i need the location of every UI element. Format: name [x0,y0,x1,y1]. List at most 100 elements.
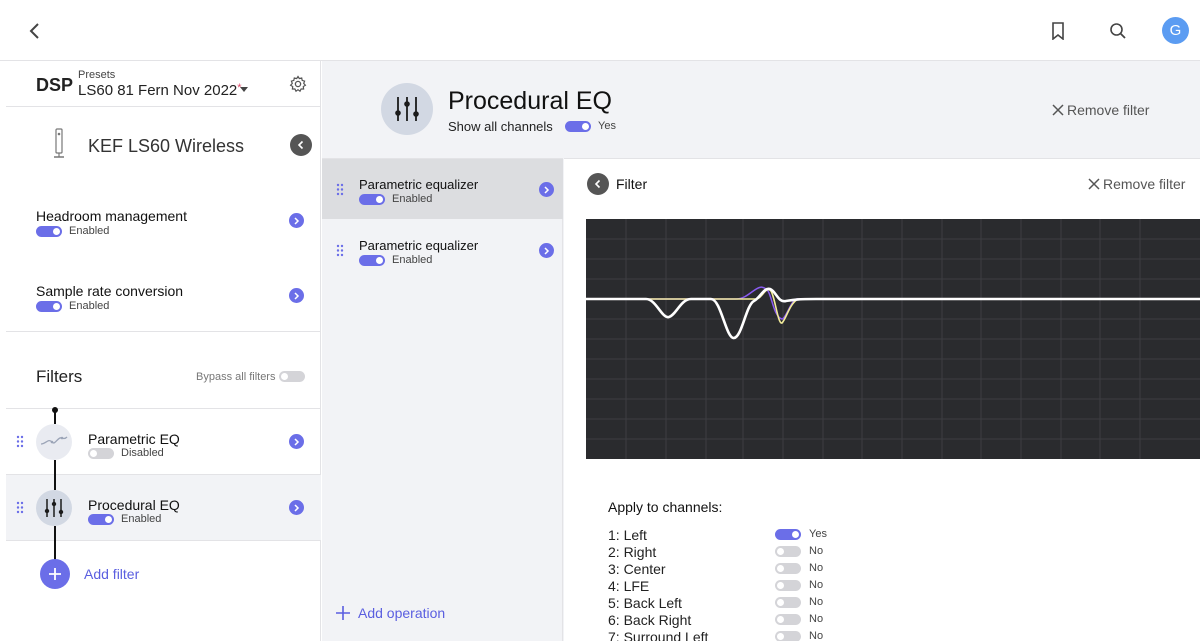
frequency-response-graph[interactable] [586,219,1200,459]
operation-item[interactable]: Parametric equalizer Enabled [322,159,563,219]
filter-back-button[interactable] [587,173,609,195]
chevron-right-icon[interactable] [539,243,554,258]
remove-filter-label: Remove filter [1067,102,1150,118]
speaker-icon [54,128,64,158]
bookmark-button[interactable] [1046,18,1070,44]
channel-row: 7: Surround Left No [608,629,1168,641]
search-icon [1110,23,1126,39]
operation-toggle[interactable] [359,255,385,266]
dsp-sidebar: DSP Presets LS60 81 Fern Nov 2022* KEF L… [6,61,321,641]
channel-row: 4: LFE No [608,578,1168,595]
preset-name: LS60 81 Fern Nov 2022 [78,82,238,99]
headroom-toggle[interactable] [36,226,62,237]
operation-status: Enabled [392,193,433,205]
operations-list: Parametric equalizer Enabled Parametric … [322,158,563,641]
headroom-management-item[interactable]: Headroom management Enabled [6,208,321,258]
operation-toggle[interactable] [359,194,385,205]
search-button[interactable] [1105,18,1131,44]
plus-icon [336,606,350,620]
remove-filter-button[interactable]: Remove filter [1052,102,1149,118]
drag-handle-icon[interactable] [16,435,24,448]
setting-status: Enabled [69,225,110,237]
bypass-all-toggle[interactable] [279,371,305,382]
channel-row: 5: Back Left No [608,595,1168,612]
preset-settings-button[interactable] [288,74,308,94]
channel-value: No [809,545,824,557]
chevron-right-icon[interactable] [289,500,304,515]
operation-name: Parametric equalizer [359,238,479,253]
operation-name: Parametric equalizer [359,177,479,192]
chevron-left-icon [29,23,39,39]
sliders-icon [36,490,72,526]
dsp-label: DSP [36,75,74,95]
filter-title: Filter [616,176,648,192]
channel-value: No [809,562,824,574]
show-all-channels-value: Yes [598,120,616,132]
channel-row: 3: Center No [608,561,1168,578]
filters-title: Filters [36,367,83,386]
filter-chain-start-dot [52,407,58,413]
chevron-left-icon [594,179,601,189]
page-title: Procedural EQ [448,87,612,115]
close-icon [1052,104,1064,116]
drag-handle-icon[interactable] [16,501,24,514]
add-filter-button[interactable] [40,559,70,589]
divider [6,331,321,332]
procedural-eq-toggle[interactable] [88,514,114,525]
presets-label: Presets [78,69,116,81]
gear-icon [289,75,307,93]
channel-toggle[interactable] [775,563,801,574]
avatar[interactable]: G [1162,17,1189,44]
drag-handle-icon[interactable] [336,244,344,257]
sample-rate-toggle[interactable] [36,301,62,312]
channel-toggle[interactable] [775,597,801,608]
sample-rate-conversion-item[interactable]: Sample rate conversion Enabled [6,283,321,333]
channel-toggle[interactable] [775,529,801,540]
bookmark-icon [1052,22,1064,40]
collapse-sidebar-button[interactable] [290,134,312,156]
chevron-right-icon[interactable] [289,288,304,303]
filter-status: Disabled [121,447,164,459]
filter-name: Parametric EQ [88,431,180,447]
channel-name: 3: Center [608,561,666,577]
channel-name: 6: Back Right [608,612,692,628]
chevron-right-icon[interactable] [289,434,304,449]
filter-chain-line [54,460,56,490]
filter-remove-button[interactable]: Remove filter [1088,176,1185,192]
add-operation-button[interactable]: Add operation [336,605,445,621]
channel-toggle[interactable] [775,631,801,641]
device-row: KEF LS60 Wireless [6,108,321,178]
show-all-channels-toggle[interactable] [565,121,591,132]
chevron-right-icon[interactable] [289,213,304,228]
channel-toggle[interactable] [775,614,801,625]
parametric-eq-toggle[interactable] [88,448,114,459]
channel-value: Yes [809,528,827,540]
channel-value: No [809,596,824,608]
add-filter-link[interactable]: Add filter [84,566,139,582]
parametric-eq-icon [36,424,72,460]
preset-dropdown[interactable]: LS60 81 Fern Nov 2022* [78,82,242,99]
filter-remove-label: Remove filter [1103,176,1186,192]
setting-status: Enabled [69,300,110,312]
bypass-all-label: Bypass all filters [196,371,276,383]
filter-detail-area: Procedural EQ Show all channels Yes Remo… [322,61,1200,641]
back-button[interactable] [22,18,48,44]
top-bar: G [0,0,1200,61]
device-name: KEF LS60 Wireless [88,136,245,156]
operation-item[interactable]: Parametric equalizer Enabled [322,220,563,280]
plus-icon [49,568,61,580]
add-operation-label: Add operation [358,605,446,621]
channel-value: No [809,630,824,641]
channel-row: 6: Back Right No [608,612,1168,629]
chevron-right-icon[interactable] [539,182,554,197]
channel-row: 2: Right No [608,544,1168,561]
drag-handle-icon[interactable] [336,183,344,196]
channel-name: 2: Right [608,544,657,560]
channel-toggle[interactable] [775,580,801,591]
channel-toggle[interactable] [775,546,801,557]
channel-value: No [809,613,824,625]
sliders-icon [381,83,433,135]
channel-name: 7: Surround Left [608,629,709,641]
caret-down-icon[interactable] [240,87,248,92]
channel-name: 4: LFE [608,578,650,594]
